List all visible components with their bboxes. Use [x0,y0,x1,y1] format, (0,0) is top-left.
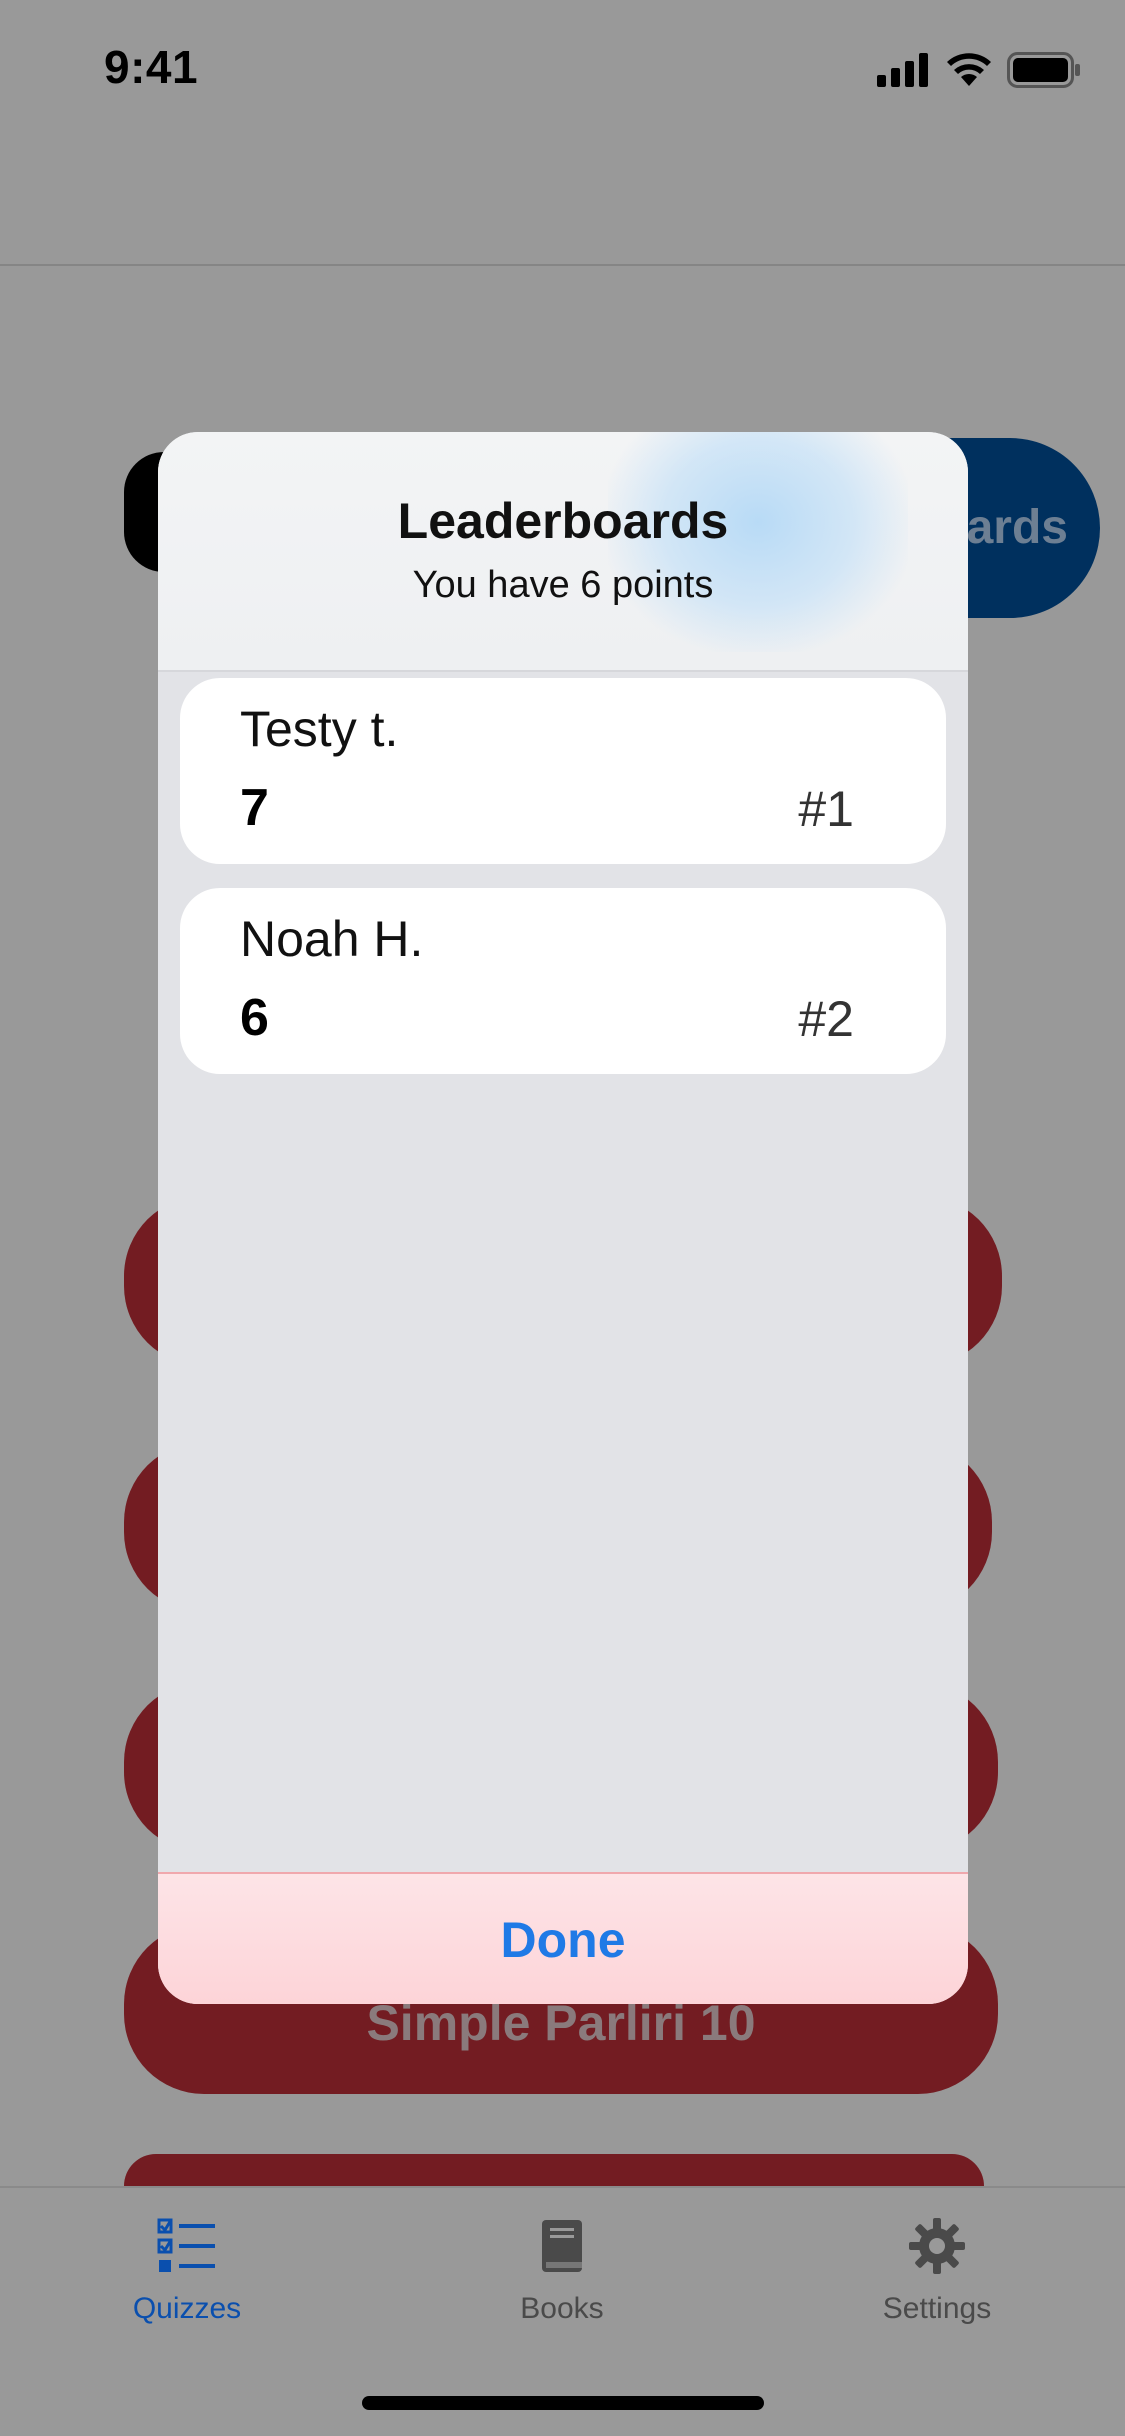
points-subtitle: You have 6 points [412,564,714,606]
player-name: Noah H. [240,911,424,967]
status-time: 9:41 [104,41,199,93]
player-score: 7 [240,779,269,837]
navigation-bar [0,132,1125,266]
leaderboards-modal: Leaderboards You have 6 points Testy t. … [158,432,968,2004]
wifi-icon [947,53,991,86]
tab-settings[interactable]: Settings [807,2218,1067,2368]
quiz-card[interactable] [124,2154,984,2186]
player-score: 6 [240,989,269,1047]
done-button[interactable]: Done [158,1874,968,2004]
cellular-signal-icon [877,53,928,87]
tab-label: Quizzes [132,2292,242,2325]
modal-header: Leaderboards You have 6 points [158,432,968,672]
checklist-icon [157,2218,215,2272]
leaderboard-row: Noah H. 6 #2 [180,888,946,1074]
leaderboards-button-label: ards [966,501,1068,554]
tab-books[interactable]: Books [432,2218,692,2368]
modal-title: Leaderboards [397,493,729,549]
home-indicator [362,2396,764,2410]
gear-icon [909,2218,965,2274]
book-icon [542,2220,582,2272]
status-bar: 9:41 [0,0,1125,132]
tab-quizzes[interactable]: Quizzes [57,2218,317,2368]
leaderboard-row: Testy t. 7 #1 [180,678,946,864]
modal-footer: Done [158,1872,968,2004]
player-rank: #1 [798,781,854,837]
tab-label: Settings [882,2292,992,2325]
battery-icon [1007,52,1080,88]
player-rank: #2 [798,991,854,1047]
player-name: Testy t. [240,701,399,757]
tab-label: Books [520,2292,604,2325]
status-icons [877,52,1081,88]
